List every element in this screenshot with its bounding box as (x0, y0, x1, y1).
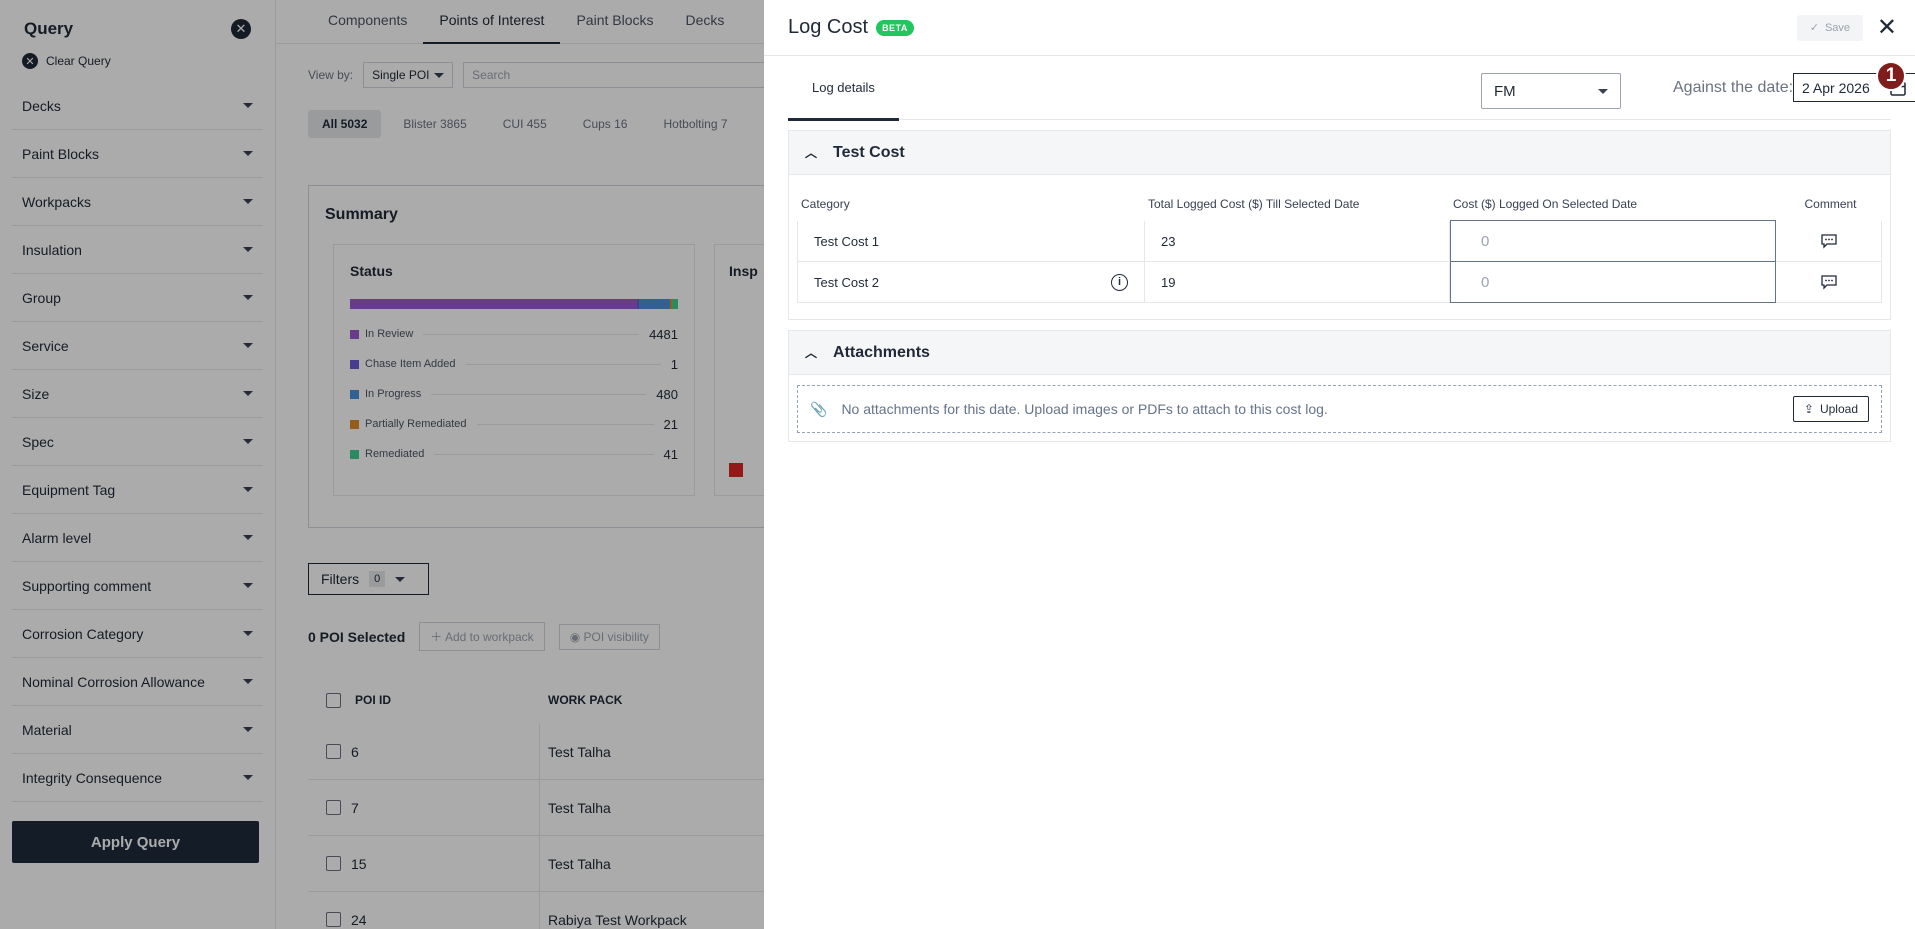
attachments-section: ︿ Attachments 📎 No attachments for this … (788, 330, 1891, 442)
cost-category: Test Cost 1 (814, 233, 880, 249)
cost-table-header: Category Total Logged Cost ($) Till Sele… (797, 187, 1882, 221)
caret-down-icon (1598, 88, 1608, 94)
col-header-category: Category (801, 197, 850, 211)
cost-category: Test Cost 2 (814, 274, 880, 290)
cost-input[interactable]: 0 (1450, 261, 1776, 303)
upload-button[interactable]: ⇪ Upload (1792, 396, 1869, 422)
test-cost-section: ︿ Test Cost Category Total Logged Cost (… (788, 130, 1891, 320)
col-header-cost: Cost ($) Logged On Selected Date (1453, 197, 1638, 211)
save-label: Save (1824, 21, 1851, 34)
panel-header: Log Cost BETA ✓ Save ✕ (764, 0, 1915, 56)
cost-table: Category Total Logged Cost ($) Till Sele… (789, 175, 1890, 319)
panel-subheader: Log details FM Against the date: 2 Apr 2… (788, 56, 1915, 121)
attachments-empty-text: No attachments for this date. Upload ima… (841, 401, 1328, 417)
cost-row: Test Cost 2 i 19 0 (797, 261, 1882, 303)
section-title: Attachments (833, 343, 930, 361)
modal-backdrop[interactable] (0, 0, 764, 929)
col-header-comment: Comment (1804, 197, 1857, 211)
check-icon: ✓ (1809, 22, 1819, 34)
date-value: 2 Apr 2026 (1802, 79, 1870, 96)
comment-icon[interactable] (1820, 274, 1838, 290)
save-button[interactable]: ✓ Save (1796, 14, 1863, 41)
chevron-up-icon[interactable]: ︿ (805, 344, 817, 361)
upload-label: Upload (1819, 402, 1858, 416)
cost-total: 23 (1145, 221, 1450, 261)
log-cost-panel: Log Cost BETA ✓ Save ✕ Log details FM Ag… (764, 0, 1915, 929)
col-header-total: Total Logged Cost ($) Till Selected Date (1148, 197, 1360, 211)
cost-row: Test Cost 1 23 0 (797, 220, 1882, 262)
upload-icon: ⇪ (1803, 402, 1814, 416)
fm-select-value: FM (1494, 82, 1516, 100)
chevron-up-icon[interactable]: ︿ (805, 144, 817, 161)
cost-input[interactable]: 0 (1450, 220, 1776, 262)
beta-badge: BETA (876, 19, 914, 36)
panel-title: Log Cost (788, 16, 869, 38)
attachments-header[interactable]: ︿ Attachments (789, 331, 1890, 375)
step-badge: 1 (1876, 61, 1906, 91)
cost-total: 19 (1145, 262, 1450, 302)
test-cost-header[interactable]: ︿ Test Cost (789, 131, 1890, 175)
section-title: Test Cost (833, 143, 905, 161)
info-icon[interactable]: i (1111, 273, 1128, 291)
attachments-dropzone[interactable]: 📎 No attachments for this date. Upload i… (797, 385, 1882, 433)
comment-icon[interactable] (1820, 233, 1838, 249)
date-label: Against the date: (1673, 79, 1794, 96)
paperclip-icon: 📎 (810, 400, 828, 417)
tab-log-details[interactable]: Log details (788, 57, 899, 121)
close-icon[interactable]: ✕ (1877, 15, 1897, 40)
fm-select[interactable]: FM (1481, 73, 1621, 109)
